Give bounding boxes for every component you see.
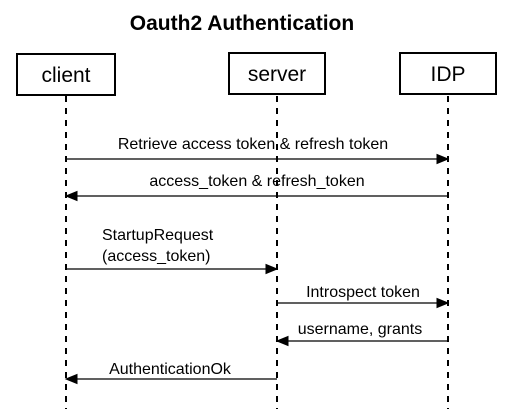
actor-server: server [228,52,326,95]
message-username-grants: username, grants [275,321,448,347]
message-startup-request: StartupRequest (access_token) [66,227,279,275]
message-authentication-ok: AuthenticationOk [64,361,277,385]
arrow-head [64,373,78,385]
diagram-svg: Oauth2 Authentication client server IDP … [16,12,497,409]
message-label-line-2: (access_token) [102,248,211,265]
actor-server-label: server [248,63,306,86]
arrow-head [275,335,289,347]
message-retrieve-tokens: Retrieve access token & refresh token [66,136,450,165]
actor-idp: IDP [399,52,497,95]
message-label-line-1: StartupRequest [102,227,214,244]
arrow-head [265,263,279,275]
message-label: Introspect token [306,284,420,301]
sequence-diagram: Oauth2 Authentication client server IDP … [0,0,514,409]
actor-client: client [16,53,116,96]
actor-idp-label: IDP [430,63,465,86]
message-label: Retrieve access token & refresh token [118,136,388,153]
message-label: username, grants [298,321,423,338]
message-tokens-response: access_token & refresh_token [64,173,448,202]
actor-client-label: client [41,64,90,87]
message-label: access_token & refresh_token [149,173,364,190]
arrow-head [436,153,450,165]
message-label: AuthenticationOk [109,361,232,378]
diagram-title: Oauth2 Authentication [130,12,354,35]
arrow-head [64,190,78,202]
arrow-head [436,297,450,309]
message-introspect-token: Introspect token [277,284,450,309]
